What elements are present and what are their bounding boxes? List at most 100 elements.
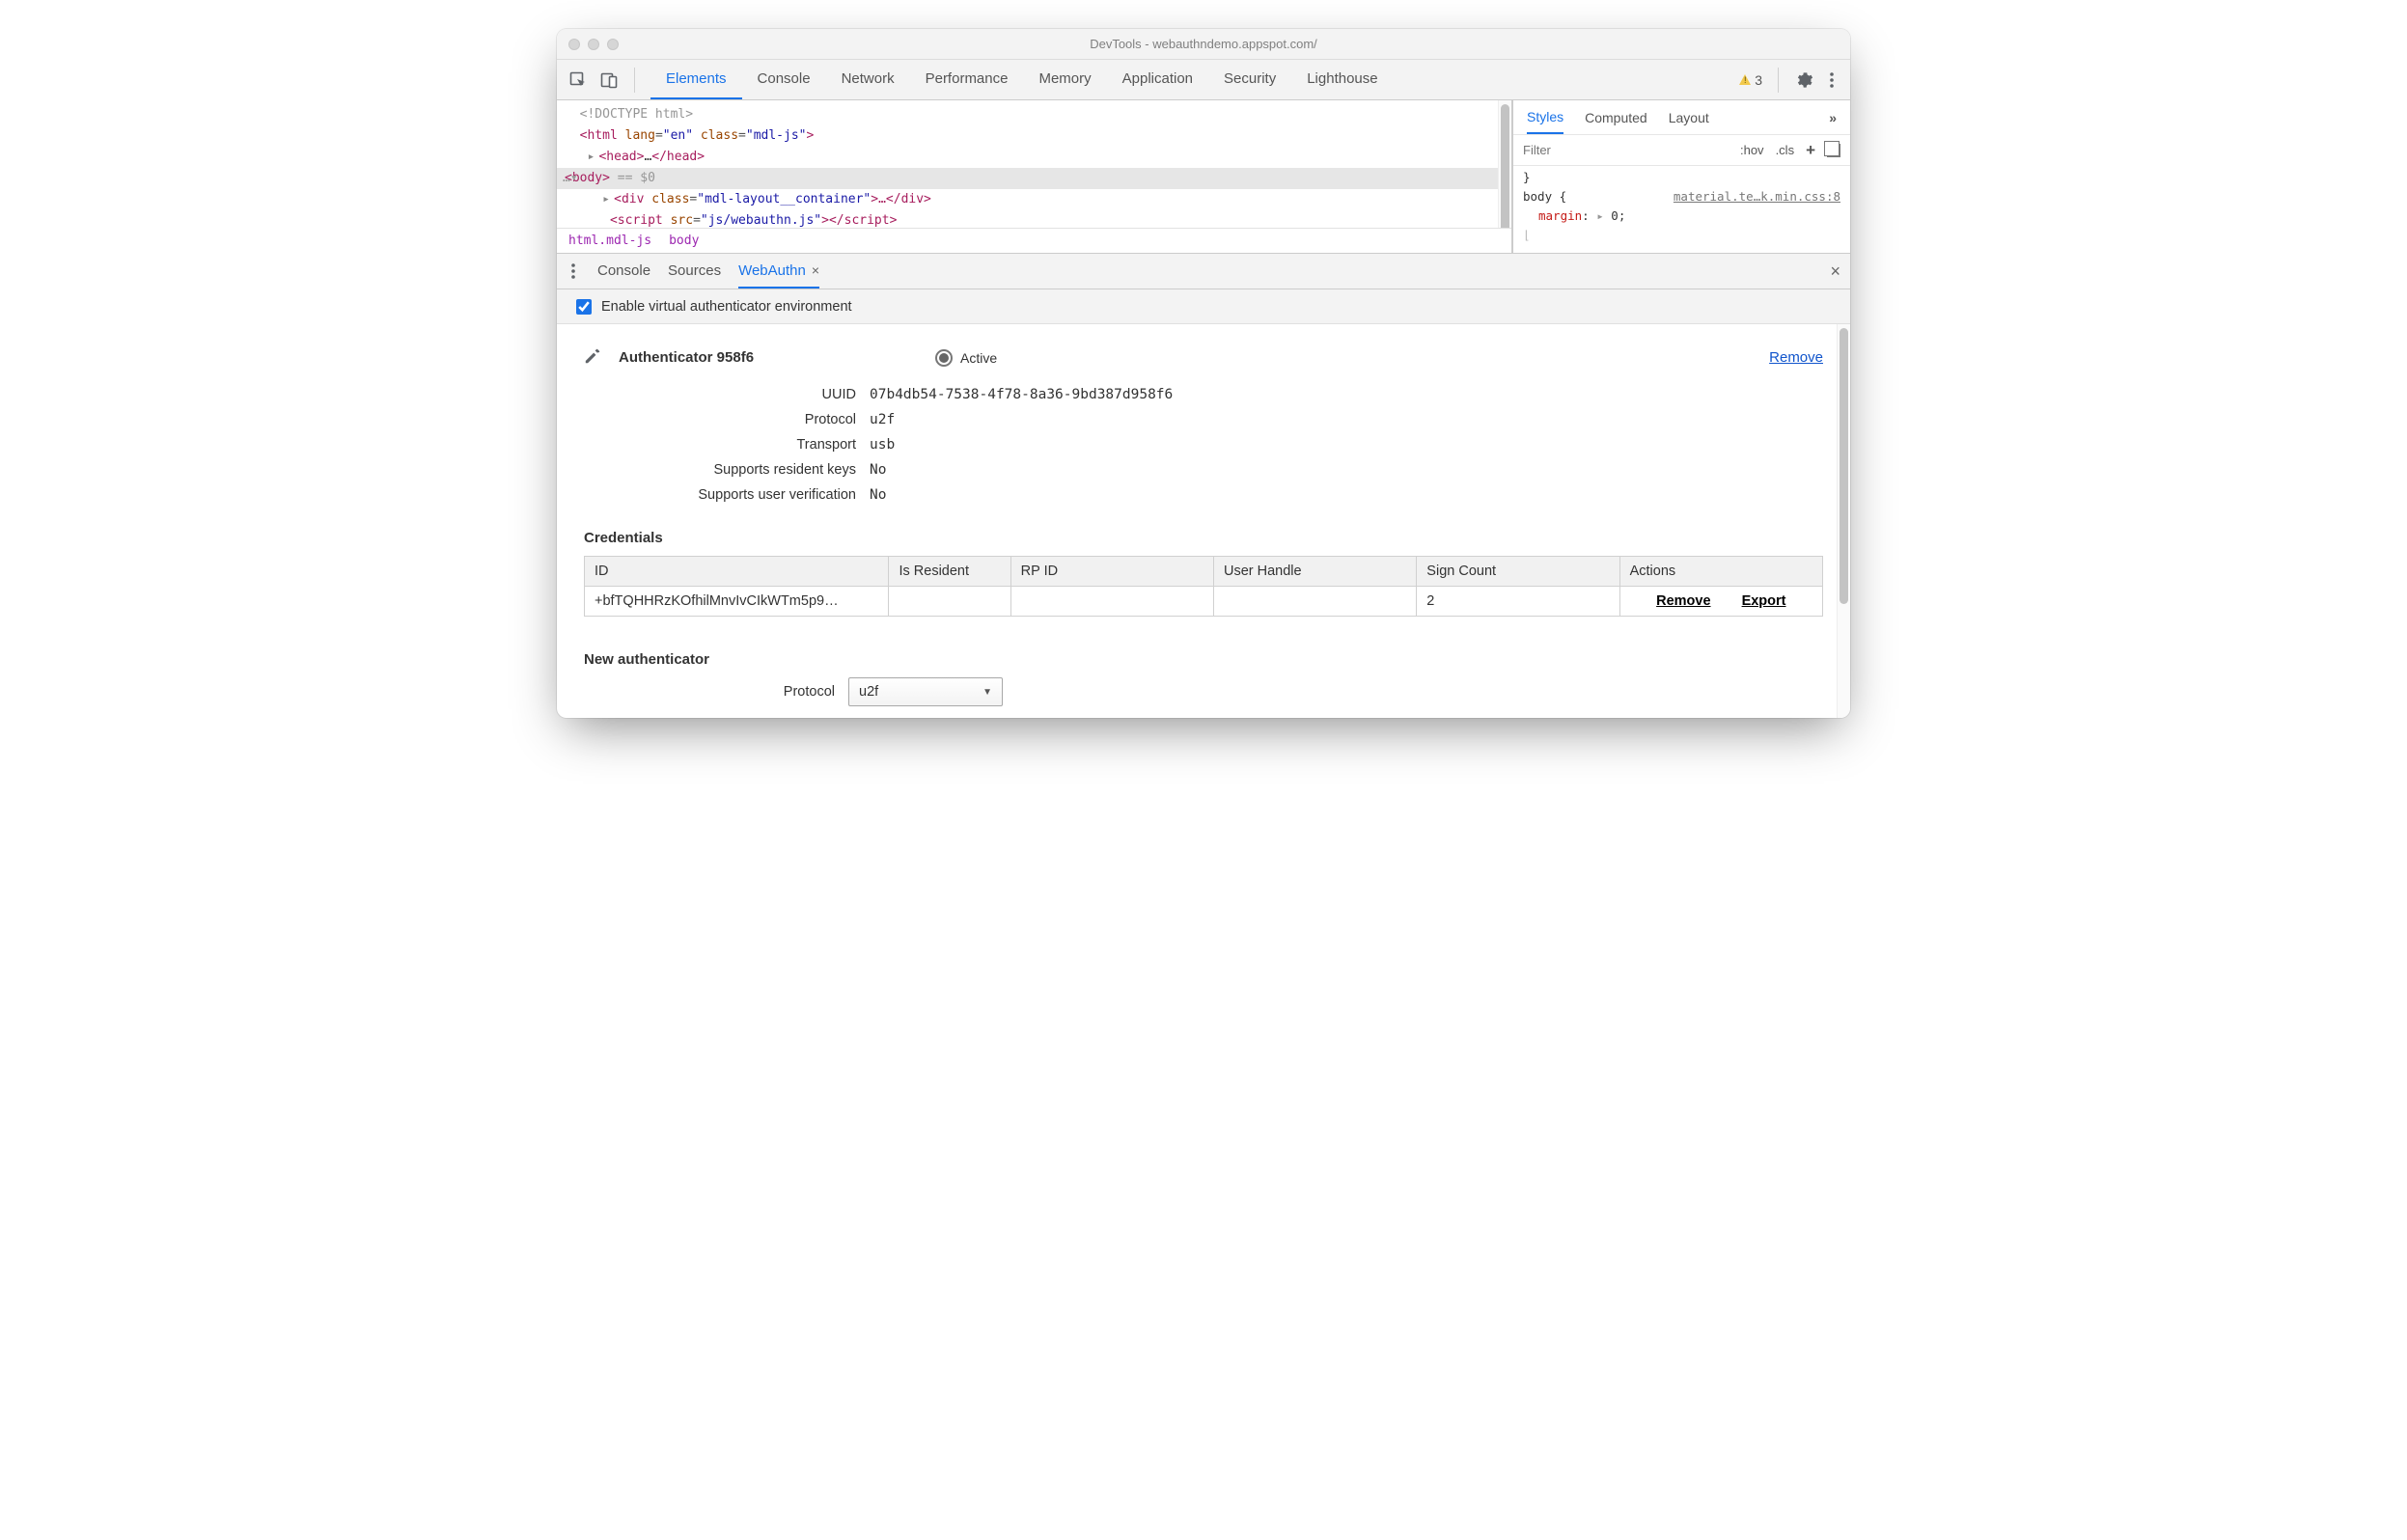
device-toolbar-icon[interactable] (599, 70, 619, 90)
dom-tree-pane[interactable]: <!DOCTYPE html> <html lang="en" class="m… (557, 100, 1512, 253)
drawer-tab-console[interactable]: Console (597, 254, 650, 289)
styles-tab-layout[interactable]: Layout (1669, 110, 1709, 125)
macos-titlebar: DevTools - webauthndemo.appspot.com/ (557, 29, 1850, 60)
expand-head-icon[interactable]: ▸ (587, 147, 598, 168)
remove-authenticator-link[interactable]: Remove (1769, 349, 1823, 366)
authenticator-details: UUID 07b4db54-7538-4f78-8a36-9bd387d958f… (605, 387, 1823, 503)
tab-elements[interactable]: Elements (650, 60, 742, 99)
styles-toggle-box-icon[interactable] (1827, 144, 1840, 157)
cell-sign-count: 2 (1417, 587, 1619, 617)
zoom-window-icon[interactable] (607, 39, 619, 50)
css-selector-body: body { (1523, 189, 1566, 204)
label-uuid: UUID (605, 387, 856, 402)
styles-tabs: Styles Computed Layout » (1513, 100, 1850, 135)
expand-div-icon[interactable]: ▸ (602, 189, 614, 210)
styles-pane: Styles Computed Layout » :hov .cls + } b… (1512, 100, 1850, 253)
label-transport: Transport (605, 437, 856, 453)
credential-remove-link[interactable]: Remove (1656, 593, 1710, 609)
warning-icon (1739, 74, 1751, 85)
tab-memory[interactable]: Memory (1023, 60, 1106, 99)
close-window-icon[interactable] (568, 39, 580, 50)
close-webauthn-tab-icon[interactable]: × (812, 262, 819, 278)
webauthn-scrollbar[interactable] (1837, 324, 1850, 718)
dom-selected-body[interactable]: …▾ <body> == $0 (557, 168, 1511, 189)
col-is-resident: Is Resident (889, 557, 1010, 587)
tab-application[interactable]: Application (1107, 60, 1208, 99)
drawer-tabs: Console Sources WebAuthn × × (557, 253, 1850, 289)
dom-breadcrumbs[interactable]: html.mdl-js body (557, 228, 1511, 253)
credentials-header-row: ID Is Resident RP ID User Handle Sign Co… (585, 557, 1823, 587)
styles-tabs-more-icon[interactable]: » (1829, 110, 1837, 125)
tab-network[interactable]: Network (826, 60, 910, 99)
warnings-count-text: 3 (1755, 72, 1762, 88)
cell-is-resident (889, 587, 1010, 617)
value-transport: usb (870, 437, 1823, 453)
enable-virtual-authenticator-checkbox[interactable] (576, 299, 592, 315)
styles-hov-button[interactable]: :hov (1740, 143, 1764, 157)
breadcrumb-html[interactable]: html.mdl-js (568, 234, 651, 248)
cell-user-handle (1213, 587, 1416, 617)
minimize-window-icon[interactable] (588, 39, 599, 50)
col-rp-id: RP ID (1010, 557, 1213, 587)
authenticator-title: Authenticator 958f6 (619, 349, 754, 366)
credential-export-link[interactable]: Export (1742, 593, 1786, 609)
drawer-tab-sources[interactable]: Sources (668, 254, 721, 289)
drawer-more-menu-icon[interactable] (567, 261, 580, 281)
tab-console[interactable]: Console (742, 60, 826, 99)
edit-authenticator-name-icon[interactable] (584, 347, 601, 368)
cell-id: +bfTQHHRzKOfhilMnvIvCIkWTm5p9… (585, 587, 889, 617)
authenticator-active-label: Active (960, 350, 997, 366)
col-sign-count: Sign Count (1417, 557, 1619, 587)
styles-tab-styles[interactable]: Styles (1527, 100, 1563, 134)
tab-lighthouse[interactable]: Lighthouse (1291, 60, 1393, 99)
close-drawer-icon[interactable]: × (1830, 261, 1840, 282)
settings-gear-icon[interactable] (1794, 70, 1813, 90)
stylesheet-source-link[interactable]: material.te…k.min.css:8 (1674, 187, 1840, 206)
col-id: ID (585, 557, 889, 587)
css-prop-margin: margin (1538, 208, 1582, 223)
panel-tabs: Elements Console Network Performance Mem… (650, 60, 1394, 99)
webauthn-panel: Authenticator 958f6 Active Remove UUID 0… (557, 324, 1850, 718)
styles-filter-input[interactable] (1523, 143, 1729, 157)
inspect-element-icon[interactable] (568, 70, 588, 90)
new-auth-protocol-label: Protocol (584, 684, 835, 700)
authenticator-header: Authenticator 958f6 Active Remove (584, 347, 1823, 368)
cell-actions: Remove Export (1619, 587, 1822, 617)
new-auth-protocol-value: u2f (859, 684, 878, 700)
breadcrumb-body[interactable]: body (669, 234, 699, 248)
styles-rules[interactable]: } body { material.te…k.min.css:8 margin:… (1513, 166, 1850, 253)
traffic-lights (557, 39, 619, 50)
warnings-badge[interactable]: 3 (1739, 72, 1762, 88)
tab-performance[interactable]: Performance (910, 60, 1024, 99)
authenticator-active-radio[interactable]: Active (935, 349, 997, 367)
value-uuid: 07b4db54-7538-4f78-8a36-9bd387d958f6 (870, 387, 1823, 402)
styles-filter-row: :hov .cls + (1513, 135, 1850, 166)
styles-cls-button[interactable]: .cls (1776, 143, 1795, 157)
value-supports-user-verification: No (870, 487, 1823, 503)
label-supports-user-verification: Supports user verification (605, 487, 856, 503)
select-caret-icon: ▼ (982, 687, 992, 698)
more-menu-icon[interactable] (1825, 70, 1839, 90)
credentials-table: ID Is Resident RP ID User Handle Sign Co… (584, 556, 1823, 617)
top-toolbar: Elements Console Network Performance Mem… (557, 60, 1850, 100)
window-title: DevTools - webauthndemo.appspot.com/ (557, 37, 1850, 51)
col-actions: Actions (1619, 557, 1822, 587)
cell-rp-id (1010, 587, 1213, 617)
styles-add-rule-button[interactable]: + (1806, 141, 1815, 160)
col-user-handle: User Handle (1213, 557, 1416, 587)
elements-panel: <!DOCTYPE html> <html lang="en" class="m… (557, 100, 1850, 253)
new-authenticator-section: New authenticator Protocol u2f ▼ (584, 651, 1823, 706)
label-protocol: Protocol (605, 412, 856, 427)
value-supports-resident-keys: No (870, 462, 1823, 478)
label-supports-resident-keys: Supports resident keys (605, 462, 856, 478)
devtools-window: DevTools - webauthndemo.appspot.com/ Ele… (557, 29, 1850, 718)
dom-doctype: <!DOCTYPE html> (580, 107, 693, 122)
radio-indicator-icon (935, 349, 953, 367)
drawer-tab-webauthn[interactable]: WebAuthn × (738, 254, 819, 289)
value-protocol: u2f (870, 412, 1823, 427)
styles-tab-computed[interactable]: Computed (1585, 110, 1647, 125)
credentials-heading: Credentials (584, 530, 1823, 546)
new-auth-protocol-select[interactable]: u2f ▼ (848, 677, 1003, 706)
tab-security[interactable]: Security (1208, 60, 1291, 99)
enable-virtual-authenticator-row: Enable virtual authenticator environment (557, 289, 1850, 324)
